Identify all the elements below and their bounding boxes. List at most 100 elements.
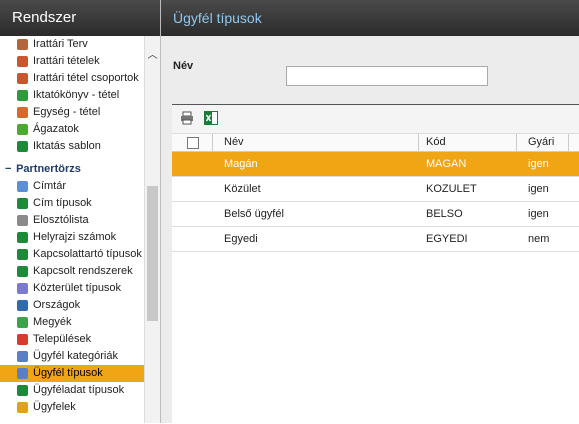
client-data-types-icon [17,385,28,396]
cell-nev: Egyedi [224,233,258,245]
scroll-thumb[interactable] [147,186,158,321]
countries-icon [17,300,28,311]
registration-template-icon [17,141,28,152]
sidebar-item-label: Ügyféladat típusok [33,384,125,396]
sidebar-item-label: Települések [33,333,92,345]
sidebar-item[interactable]: Kapcsolt rendszerek [0,263,144,280]
sidebar: Rendszer Irattári Terv Irattári tételek Ir… [0,0,161,423]
table-row[interactable]: Magán MAGAN igen [172,152,579,177]
client-types-icon [17,368,28,379]
sidebar-item[interactable]: Irattári tételek [0,53,144,70]
unit-item-icon [17,107,28,118]
cell-gyari: igen [528,158,549,170]
sidebar-item-label: Közterület típusok [33,282,122,294]
sidebar-item[interactable]: Ügyféladat típusok [0,382,144,399]
select-all-checkbox[interactable] [187,137,199,149]
sidebar-list: Irattári Terv Irattári tételek Irattári té… [0,36,144,416]
sidebar-item[interactable]: Helyrajzi számok [0,229,144,246]
lot-numbers-icon [17,232,28,243]
sidebar-item[interactable]: Eloszt­ólista [0,212,144,229]
sidebar-item-label: Irattári tételek [33,55,100,67]
cell-nev: Belső ügyfél [224,208,284,220]
sidebar-title: Rendszer [0,0,160,36]
sidebar-item[interactable]: Települések [0,331,144,348]
print-icon[interactable] [180,111,194,125]
sidebar-item-label: Ügyfelek [33,401,76,413]
sidebar-item[interactable]: Közterület típusok [0,280,144,297]
linked-systems-icon [17,266,28,277]
cell-gyari: nem [528,233,550,245]
contact-types-icon [17,249,28,260]
cell-kod: EGYEDI [426,233,468,245]
sidebar-scrollbar[interactable]: ︿ [144,36,160,423]
public-space-types-icon [17,283,28,294]
sidebar-group-label: Partnertörzs [16,163,81,175]
directory-icon [17,181,28,192]
sidebar-item-label: Országok [33,299,81,311]
table-row[interactable]: Közület KOZULET igen [172,177,579,202]
cell-kod: MAGAN [426,158,467,170]
clients-icon [17,402,28,413]
name-filter-input[interactable] [286,66,488,86]
table-row[interactable]: Belső ügyfél BELSO igen [172,202,579,227]
sidebar-item-label: Ügyfél típusok [33,367,103,379]
sidebar-item-label: Egység - tétel [33,106,101,118]
sidebar-item[interactable]: Irattári Terv [0,36,144,53]
collapse-icon[interactable]: − [5,160,13,178]
archive-items-icon [17,56,28,67]
sidebar-item-label: Ügyfél kategóriák [33,350,118,362]
sidebar-item-label: Cím típusok [33,197,92,209]
sidebar-item[interactable]: Irattári tétel csoportok [0,70,144,87]
sidebar-item[interactable]: Iktatás sablon [0,138,144,155]
sidebar-item-label: Irattári tétel csoportok [33,72,139,84]
sidebar-item-label: Irattári Terv [33,38,88,50]
sidebar-item[interactable]: Kapcsolattartó típusok [0,246,144,263]
sidebar-item[interactable]: Cím típusok [0,195,144,212]
sidebar-item-label: Eloszt­ólista [33,214,89,226]
client-categories-icon [17,351,28,362]
sidebar-item[interactable]: Országok [0,297,144,314]
cell-gyari: igen [528,183,549,195]
sidebar-item[interactable]: Címtár [0,178,144,195]
main-panel: Ügyfél típusok Név Név Kód Gyári Magán MA [161,0,579,424]
page-title: Ügyfél típusok [161,0,579,36]
sidebar-item-label: Kapcsolattartó típusok [33,248,142,260]
grid-header: Név Kód Gyári [172,134,579,152]
sidebar-item[interactable]: Ügyfél kategóriák [0,348,144,365]
grid-toolbar [172,105,579,134]
cell-nev: Közület [224,183,261,195]
sidebar-item[interactable]: Ágazatok [0,121,144,138]
registry-book-icon [17,90,28,101]
distribution-list-icon [17,215,28,226]
sidebar-item[interactable]: Iktatókönyv - tétel [0,87,144,104]
sidebar-item[interactable]: Ügyfél típusok [0,365,144,382]
client-types-grid: Név Kód Gyári Magán MAGAN igen Közület KOZUL… [172,104,579,424]
sidebar-item-label: Ágazatok [33,123,79,135]
archive-plan-icon [17,39,28,50]
settlements-icon [17,334,28,345]
grid-rows: Magán MAGAN igen Közület KOZULET igen Belső üg… [172,152,579,252]
cell-kod: BELSO [426,208,463,220]
cell-gyari: igen [528,208,549,220]
filter-label: Név [173,60,194,72]
sidebar-item-label: Megyék [33,316,72,328]
sidebar-item[interactable]: Egység - tétel [0,104,144,121]
header-select-all [172,134,213,151]
column-header-nev[interactable]: Név [224,134,244,151]
scroll-up-icon[interactable]: ︿ [147,50,158,61]
sidebar-item[interactable]: Ügyfelek [0,399,144,416]
column-header-kod[interactable]: Kód [426,134,446,151]
address-types-icon [17,198,28,209]
cell-kod: KOZULET [426,183,477,195]
sidebar-item-label: Kapcsolt rendszerek [33,265,133,277]
sidebar-group-partnertorzs[interactable]: − Partnertörzs [0,160,144,178]
branches-icon [17,124,28,135]
table-row[interactable]: Egyedi EGYEDI nem [172,227,579,252]
archive-groups-icon [17,73,28,84]
sidebar-item-label: Helyrajzi számok [33,231,117,243]
counties-icon [17,317,28,328]
sidebar-item[interactable]: Megyék [0,314,144,331]
excel-export-icon[interactable] [204,111,218,125]
column-header-gyari[interactable]: Gyári [528,134,554,151]
sidebar-item-label: Iktatókönyv - tétel [33,89,120,101]
